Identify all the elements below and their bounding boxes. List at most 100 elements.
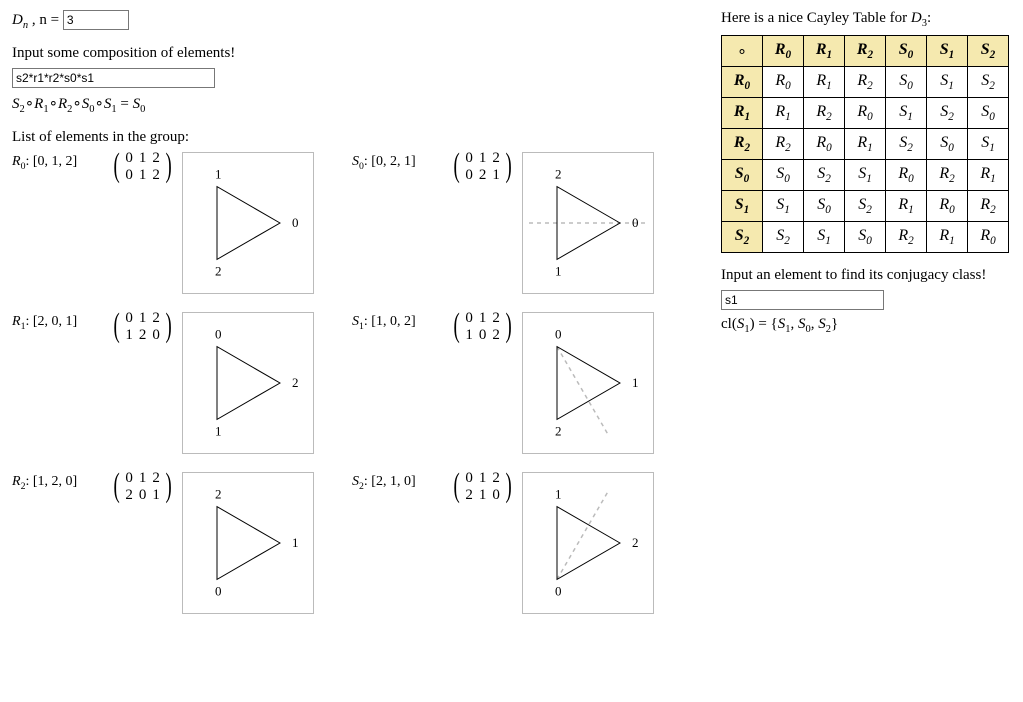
cayley-corner: ∘	[722, 36, 763, 67]
element-R2: R2: [1, 2, 0](021021)201	[12, 472, 352, 622]
cayley-cell: S1	[763, 191, 804, 222]
n-input[interactable]	[63, 10, 129, 30]
element-S0: S0: [0, 2, 1](001221) 2 1 0	[352, 152, 692, 302]
cayley-col-header: S0	[886, 36, 927, 67]
triangle-box: 2 1 0	[522, 152, 654, 294]
element-label: S0: [0, 2, 1]	[352, 152, 447, 172]
cayley-cell: S0	[968, 98, 1009, 129]
cayley-table: ∘R0R1R2S0S1S2R0R0R1R2S0S1S2R1R1R2R0S1S2S…	[721, 35, 1009, 253]
composition-input[interactable]	[12, 68, 215, 88]
triangle-diagram: 1 0 2	[523, 473, 653, 613]
svg-text:2: 2	[555, 423, 562, 438]
cayley-cell: R0	[804, 129, 845, 160]
element-R0: R0: [0, 1, 2](001122)120	[12, 152, 352, 302]
cayley-cell: R2	[927, 160, 968, 191]
element-label: S1: [1, 0, 2]	[352, 312, 447, 332]
svg-text:2: 2	[555, 167, 562, 182]
triangle-box: 0 1 2	[182, 312, 314, 454]
svg-text:2: 2	[292, 375, 299, 390]
cayley-cell: R0	[763, 67, 804, 98]
conjugacy-prompt: Input an element to find its conjugacy c…	[721, 267, 1011, 284]
cayley-cell: S2	[927, 98, 968, 129]
svg-text:1: 1	[555, 487, 562, 502]
element-label: R2: [1, 2, 0]	[12, 472, 107, 492]
svg-text:0: 0	[632, 215, 639, 230]
cayley-cell: R2	[763, 129, 804, 160]
cayley-cell: R0	[927, 191, 968, 222]
cayley-row-header: R1	[722, 98, 763, 129]
cayley-cell: S1	[886, 98, 927, 129]
cayley-col-header: R1	[804, 36, 845, 67]
svg-text:0: 0	[215, 327, 222, 342]
permutation-matrix: (021120)	[451, 470, 514, 504]
permutation-matrix: (001122)	[111, 150, 174, 184]
cayley-cell: S0	[763, 160, 804, 191]
cayley-row-header: R2	[722, 129, 763, 160]
cayley-cell: S2	[845, 191, 886, 222]
cayley-col-header: S1	[927, 36, 968, 67]
cayley-row-header: S2	[722, 222, 763, 253]
cayley-cell: S2	[763, 222, 804, 253]
cayley-col-header: R0	[763, 36, 804, 67]
cayley-cell: R1	[845, 129, 886, 160]
cayley-cell: S2	[968, 67, 1009, 98]
cayley-col-header: S2	[968, 36, 1009, 67]
cayley-cell: R0	[968, 222, 1009, 253]
element-label: R1: [2, 0, 1]	[12, 312, 107, 332]
conjugacy-input[interactable]	[721, 290, 884, 310]
cayley-row-header: S0	[722, 160, 763, 191]
cayley-cell: R1	[968, 160, 1009, 191]
triangle-diagram: 0 2 1	[523, 313, 653, 453]
cayley-cell: S1	[968, 129, 1009, 160]
cayley-row-header: S1	[722, 191, 763, 222]
cayley-cell: R2	[968, 191, 1009, 222]
cayley-cell: S0	[927, 129, 968, 160]
permutation-matrix: (011220)	[111, 310, 174, 344]
svg-text:0: 0	[555, 327, 562, 342]
svg-text:1: 1	[632, 375, 639, 390]
svg-text:0: 0	[555, 583, 562, 598]
triangle-box: 120	[182, 152, 314, 294]
elements-grid: R0: [0, 1, 2](001122)120S0: [0, 2, 1](00…	[12, 152, 711, 622]
svg-text:1: 1	[215, 423, 222, 438]
Dn-label: D	[12, 12, 23, 28]
conjugacy-result: cl(S1) = {S1, S0, S2}	[721, 316, 1011, 335]
svg-text:0: 0	[292, 215, 299, 230]
cayley-cell: R1	[804, 67, 845, 98]
triangle-box: 201	[182, 472, 314, 614]
cayley-cell: S1	[845, 160, 886, 191]
cayley-cell: R1	[886, 191, 927, 222]
svg-text:0: 0	[215, 583, 222, 598]
cayley-cell: R1	[763, 98, 804, 129]
element-S1: S1: [1, 0, 2](011022) 0 2 1	[352, 312, 692, 462]
element-S2: S2: [2, 1, 0](021120)102	[352, 472, 692, 622]
permutation-matrix: (021021)	[111, 470, 174, 504]
permutation-matrix: (011022)	[451, 310, 514, 344]
cayley-cell: S0	[845, 222, 886, 253]
svg-text:1: 1	[292, 535, 299, 550]
cayley-col-header: R2	[845, 36, 886, 67]
cayley-cell: S2	[886, 129, 927, 160]
permutation-matrix: (001221)	[451, 150, 514, 184]
cayley-cell: R0	[886, 160, 927, 191]
n-row: Dn , n =	[12, 10, 711, 31]
svg-text:2: 2	[632, 535, 639, 550]
triangle-diagram: 0 1 2	[183, 313, 313, 453]
cayley-cell: S1	[804, 222, 845, 253]
svg-text:1: 1	[555, 263, 562, 278]
cayley-cell: R2	[804, 98, 845, 129]
cayley-row-header: R0	[722, 67, 763, 98]
composition-prompt: Input some composition of elements!	[12, 45, 711, 62]
element-R1: R1: [2, 0, 1](011220) 0 1 2	[12, 312, 352, 462]
cayley-cell: S0	[886, 67, 927, 98]
cayley-cell: R2	[845, 67, 886, 98]
cayley-cell: S0	[804, 191, 845, 222]
composition-result: S2∘R1∘R2∘S0∘S1 = S0	[12, 94, 711, 115]
element-label: R0: [0, 1, 2]	[12, 152, 107, 172]
triangle-diagram: 2 1 0	[523, 153, 653, 293]
cayley-cell: R0	[845, 98, 886, 129]
triangle-box: 0 2 1	[522, 312, 654, 454]
triangle-diagram: 201	[183, 473, 313, 613]
cayley-cell: R1	[927, 222, 968, 253]
cayley-cell: S2	[804, 160, 845, 191]
